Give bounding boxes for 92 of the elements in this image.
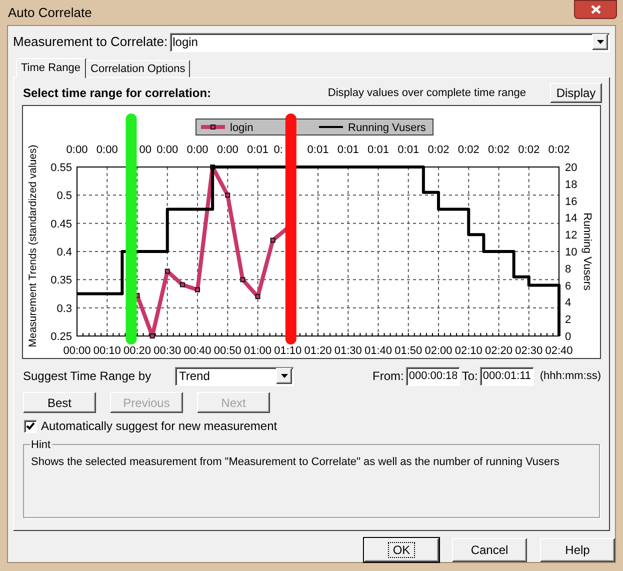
window-title: Auto Correlate [8, 4, 92, 22]
axis-label: 00 [139, 144, 152, 156]
axis-label: 02:00 [424, 345, 452, 357]
axis-label: 01:10 [274, 345, 302, 357]
axis-label: 02:30 [515, 345, 543, 357]
axis-label: 0:01 [337, 144, 359, 156]
legend-marker-icon [201, 124, 225, 130]
axis-label: 02:10 [454, 345, 482, 357]
field-label: To: [462, 368, 478, 385]
check-icon [26, 422, 35, 430]
axis-label: 0:00 [216, 144, 238, 156]
axis-title: Measurement Trends (standardized values) [27, 144, 39, 348]
axis-label: 0:02 [488, 144, 510, 156]
point [270, 238, 276, 243]
axis-label: 00:10 [93, 345, 121, 357]
dialog-button[interactable]: Cancel [452, 538, 527, 562]
close-icon [590, 5, 600, 14]
axis-label: 20 [565, 162, 578, 174]
range-marker-handle[interactable] [126, 114, 137, 344]
legend-label: Running Vusers [348, 122, 426, 134]
axis-label: 01:40 [364, 345, 392, 357]
axis-label: 6 [565, 280, 572, 292]
point [255, 294, 260, 300]
checkbox[interactable] [24, 420, 37, 432]
point [180, 282, 185, 288]
axis-label: 0:00 [156, 144, 178, 156]
dialog-button[interactable]: Help [540, 538, 615, 562]
axis-label: 0:01 [368, 144, 389, 156]
axis-label: 0.4 [56, 246, 72, 258]
axis-label: 18 [565, 178, 578, 191]
hint-text: Shows the selected measurement from "Measurement to Correlate" as well as the number of running Vusers [31, 455, 560, 470]
axis-label: 0:02 [548, 144, 570, 156]
axis-label: 0.35 [50, 274, 72, 287]
axis-label: 01:00 [244, 345, 272, 357]
axis-label: 0.25 [50, 331, 72, 343]
axis-label: 01:30 [334, 345, 362, 357]
axis-label: 0.3 [56, 302, 72, 315]
axis-label: 0.55 [50, 162, 72, 174]
axis-label: 14 [565, 212, 578, 225]
legend-label: login [230, 122, 254, 134]
axis-label: 0:01 [247, 144, 268, 156]
point [225, 192, 230, 198]
axis-label: 10 [565, 246, 578, 258]
axis-label: 2 [565, 314, 572, 326]
field-label: From: [372, 368, 404, 385]
axis-label: 0:01 [398, 144, 420, 156]
point [240, 277, 246, 282]
axis-label: 16 [565, 196, 578, 208]
point [164, 268, 170, 274]
axis-label: 0:02 [518, 144, 540, 156]
axis-label: 0:00 [186, 144, 208, 156]
axis-label: 02:20 [484, 345, 513, 357]
action-button[interactable]: Best [23, 392, 96, 413]
axis-label: 0:02 [428, 144, 450, 156]
axis-label: 0:01 [307, 144, 329, 156]
point [150, 334, 155, 338]
section-heading: Select time range for correlation: [23, 85, 212, 102]
to-field[interactable]: 000:01:11 [480, 366, 534, 386]
checkbox-label: Automatically suggest for new measurement [41, 418, 278, 435]
axis-label: 8 [565, 263, 572, 276]
axis-label: 12 [565, 230, 578, 242]
tab[interactable]: Time Range [16, 58, 86, 78]
display-button[interactable]: Display [550, 83, 602, 103]
axis-label: 00:30 [154, 345, 182, 357]
format-note: (hhh:mm:ss) [540, 368, 601, 384]
dialog-button[interactable]: OK [364, 538, 439, 562]
axis-label: 4 [565, 297, 572, 310]
axis-title: Running Vusers [581, 212, 593, 290]
measurement-dropdown[interactable]: login [170, 32, 610, 52]
field-label: Measurement to Correlate: [13, 33, 168, 52]
range-marker-handle[interactable] [285, 114, 296, 344]
point [195, 287, 200, 292]
tab[interactable]: Correlation Options [86, 60, 190, 77]
axis-label: 0:02 [458, 144, 480, 156]
axis-label: 0.45 [50, 218, 72, 230]
axis-label: 00:20 [123, 345, 152, 357]
axis-label: 01:20 [304, 345, 332, 357]
display-note: Display values over complete time range [328, 86, 526, 101]
axis-label: 00:40 [184, 345, 212, 357]
axis-label: 00:50 [214, 345, 242, 357]
axis-label: 0:00 [66, 144, 88, 156]
close-button[interactable] [574, 0, 617, 19]
axis-label: 00:00 [63, 345, 91, 357]
axis-label: 0 [565, 331, 572, 343]
axis-label: 0: [274, 144, 283, 156]
suggest-dropdown[interactable]: Trend [175, 366, 294, 386]
axis-label: 0:00 [96, 144, 118, 156]
axis-label: 01:50 [394, 345, 422, 357]
field-label: Suggest Time Range by [23, 368, 152, 385]
legend-line-icon [319, 126, 343, 128]
axis-label: 0.5 [56, 190, 72, 202]
axis-label: 02:40 [545, 345, 573, 357]
